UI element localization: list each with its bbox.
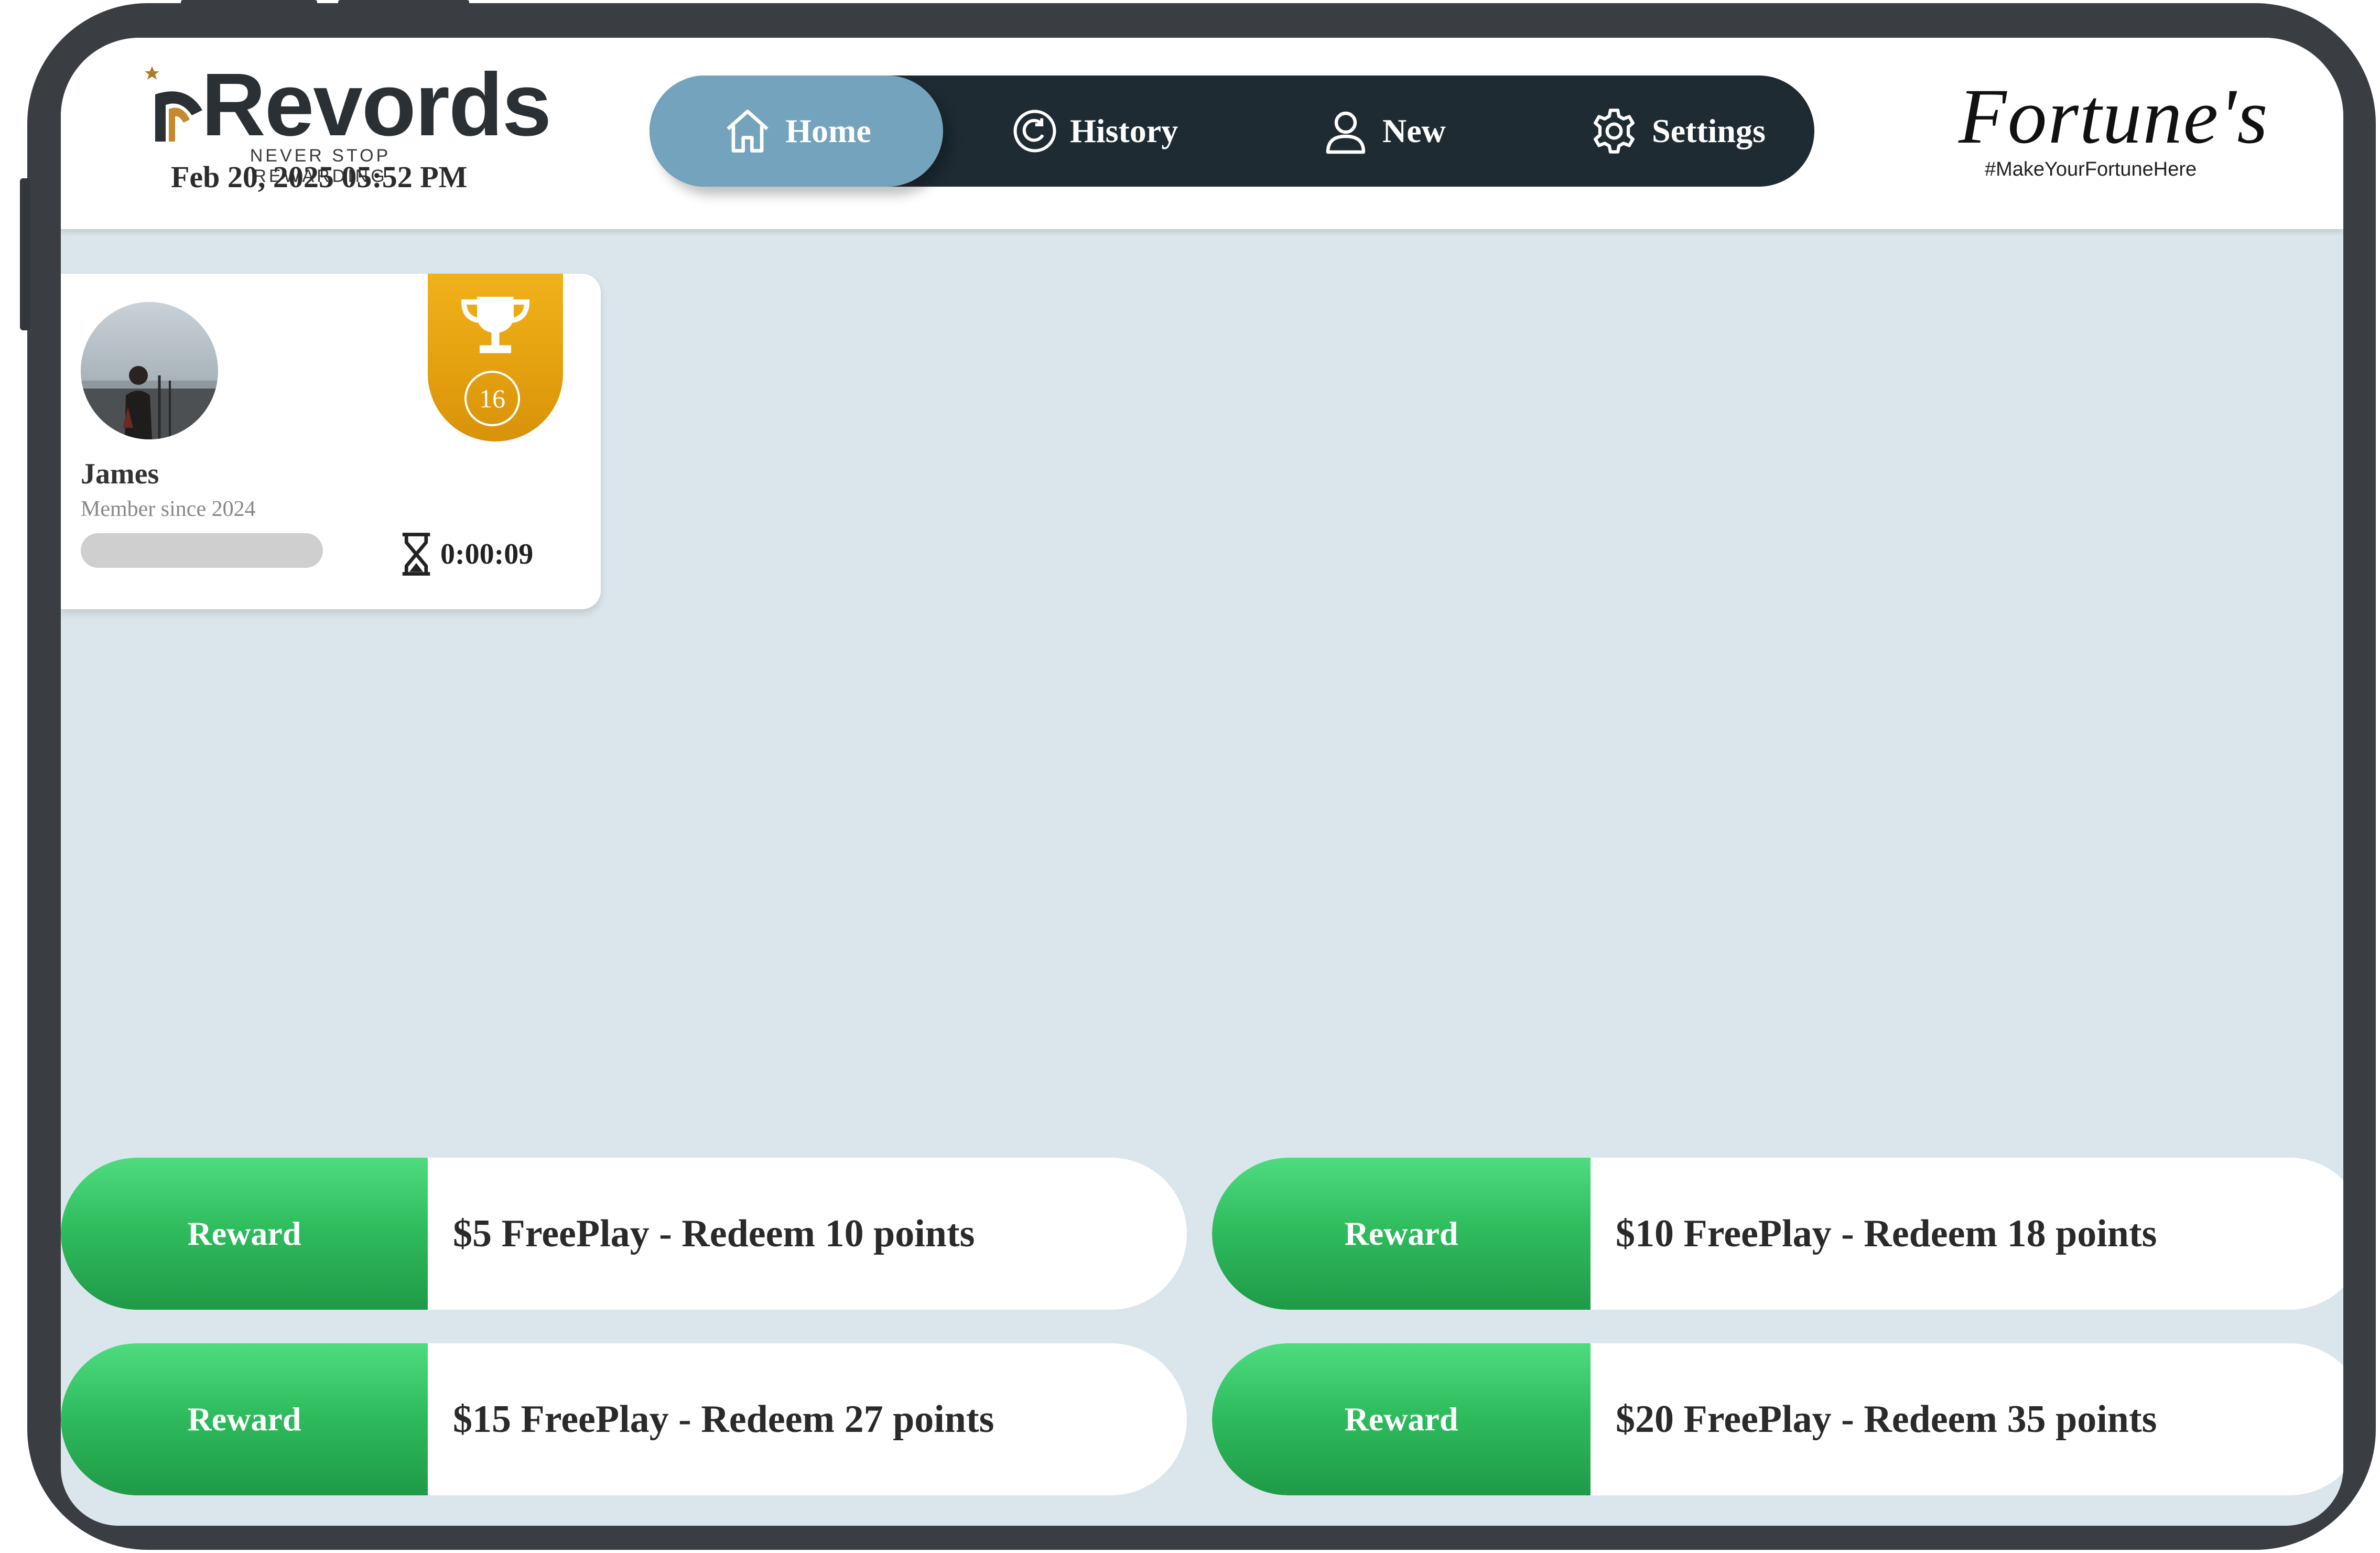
member-since: Member since 2024 [81, 497, 256, 521]
gear-icon [1594, 109, 1635, 154]
reward-row: Reward $15 FreePlay - Redeem 27 points [61, 1343, 1187, 1495]
nav-home[interactable]: Home [650, 76, 943, 187]
trophy-count: 16 [464, 371, 520, 426]
reward-description: $5 FreePlay - Redeem 10 points [453, 1212, 975, 1255]
reward-button[interactable]: Reward [61, 1343, 428, 1495]
player-name: James [81, 458, 159, 490]
fortunes-logo: Fortune's #MakeYourFortuneHere [1953, 69, 2278, 195]
avatar [81, 302, 218, 439]
hourglass-icon [402, 533, 430, 576]
tablet-top-button [181, 0, 317, 7]
reward-button[interactable]: Reward [1212, 1158, 1591, 1310]
reward-description: $20 FreePlay - Redeem 35 points [1616, 1397, 2157, 1441]
nav-settings-label: Settings [1652, 112, 1766, 149]
reward-description: $10 FreePlay - Redeem 18 points [1616, 1212, 2157, 1255]
reward-button[interactable]: Reward [1212, 1343, 1591, 1495]
player-card[interactable]: James Member since 2024 0:00:09 16 [61, 274, 601, 609]
app-screen: Revords NEVER STOP REWARDING Feb 20, 202… [61, 38, 2343, 1526]
app-header: Revords NEVER STOP REWARDING Feb 20, 202… [61, 38, 2343, 229]
nav-settings[interactable]: Settings [1588, 76, 1766, 187]
fortunes-tagline: #MakeYourFortuneHere [1985, 158, 2197, 180]
fortunes-wordmark: Fortune's [1959, 73, 2269, 160]
tablet-side-button [20, 178, 30, 330]
nav-history[interactable]: History [1011, 76, 1178, 187]
trophy-icon [461, 297, 530, 353]
points-progress-bar [81, 533, 323, 568]
nav-new-label: New [1382, 112, 1446, 149]
reward-row: Reward $20 FreePlay - Redeem 35 points [1212, 1343, 2343, 1495]
timer-value: 0:00:09 [440, 538, 534, 570]
tablet-top-button [338, 0, 469, 7]
history-icon [1013, 110, 1056, 153]
main-nav: Home History New Settings [650, 76, 1814, 187]
trophy-badge: 16 [428, 274, 563, 441]
session-timer: 0:00:09 [396, 531, 533, 578]
user-icon [1326, 111, 1366, 154]
reward-row: Reward $10 FreePlay - Redeem 18 points [1212, 1158, 2343, 1310]
reward-row: Reward $5 FreePlay - Redeem 10 points [61, 1158, 1187, 1310]
nav-history-label: History [1070, 112, 1178, 149]
home-icon [727, 110, 769, 153]
current-datetime: Feb 20, 2025 05:52 PM [171, 160, 468, 194]
reward-button[interactable]: Reward [61, 1158, 428, 1310]
logo-wordmark: Revords [201, 55, 551, 155]
revords-swoosh-icon [145, 66, 202, 142]
revords-logo: Revords NEVER STOP REWARDING [145, 52, 551, 186]
reward-description: $15 FreePlay - Redeem 27 points [453, 1397, 994, 1441]
nav-new[interactable]: New [1321, 76, 1446, 187]
nav-home-label: Home [785, 112, 871, 149]
